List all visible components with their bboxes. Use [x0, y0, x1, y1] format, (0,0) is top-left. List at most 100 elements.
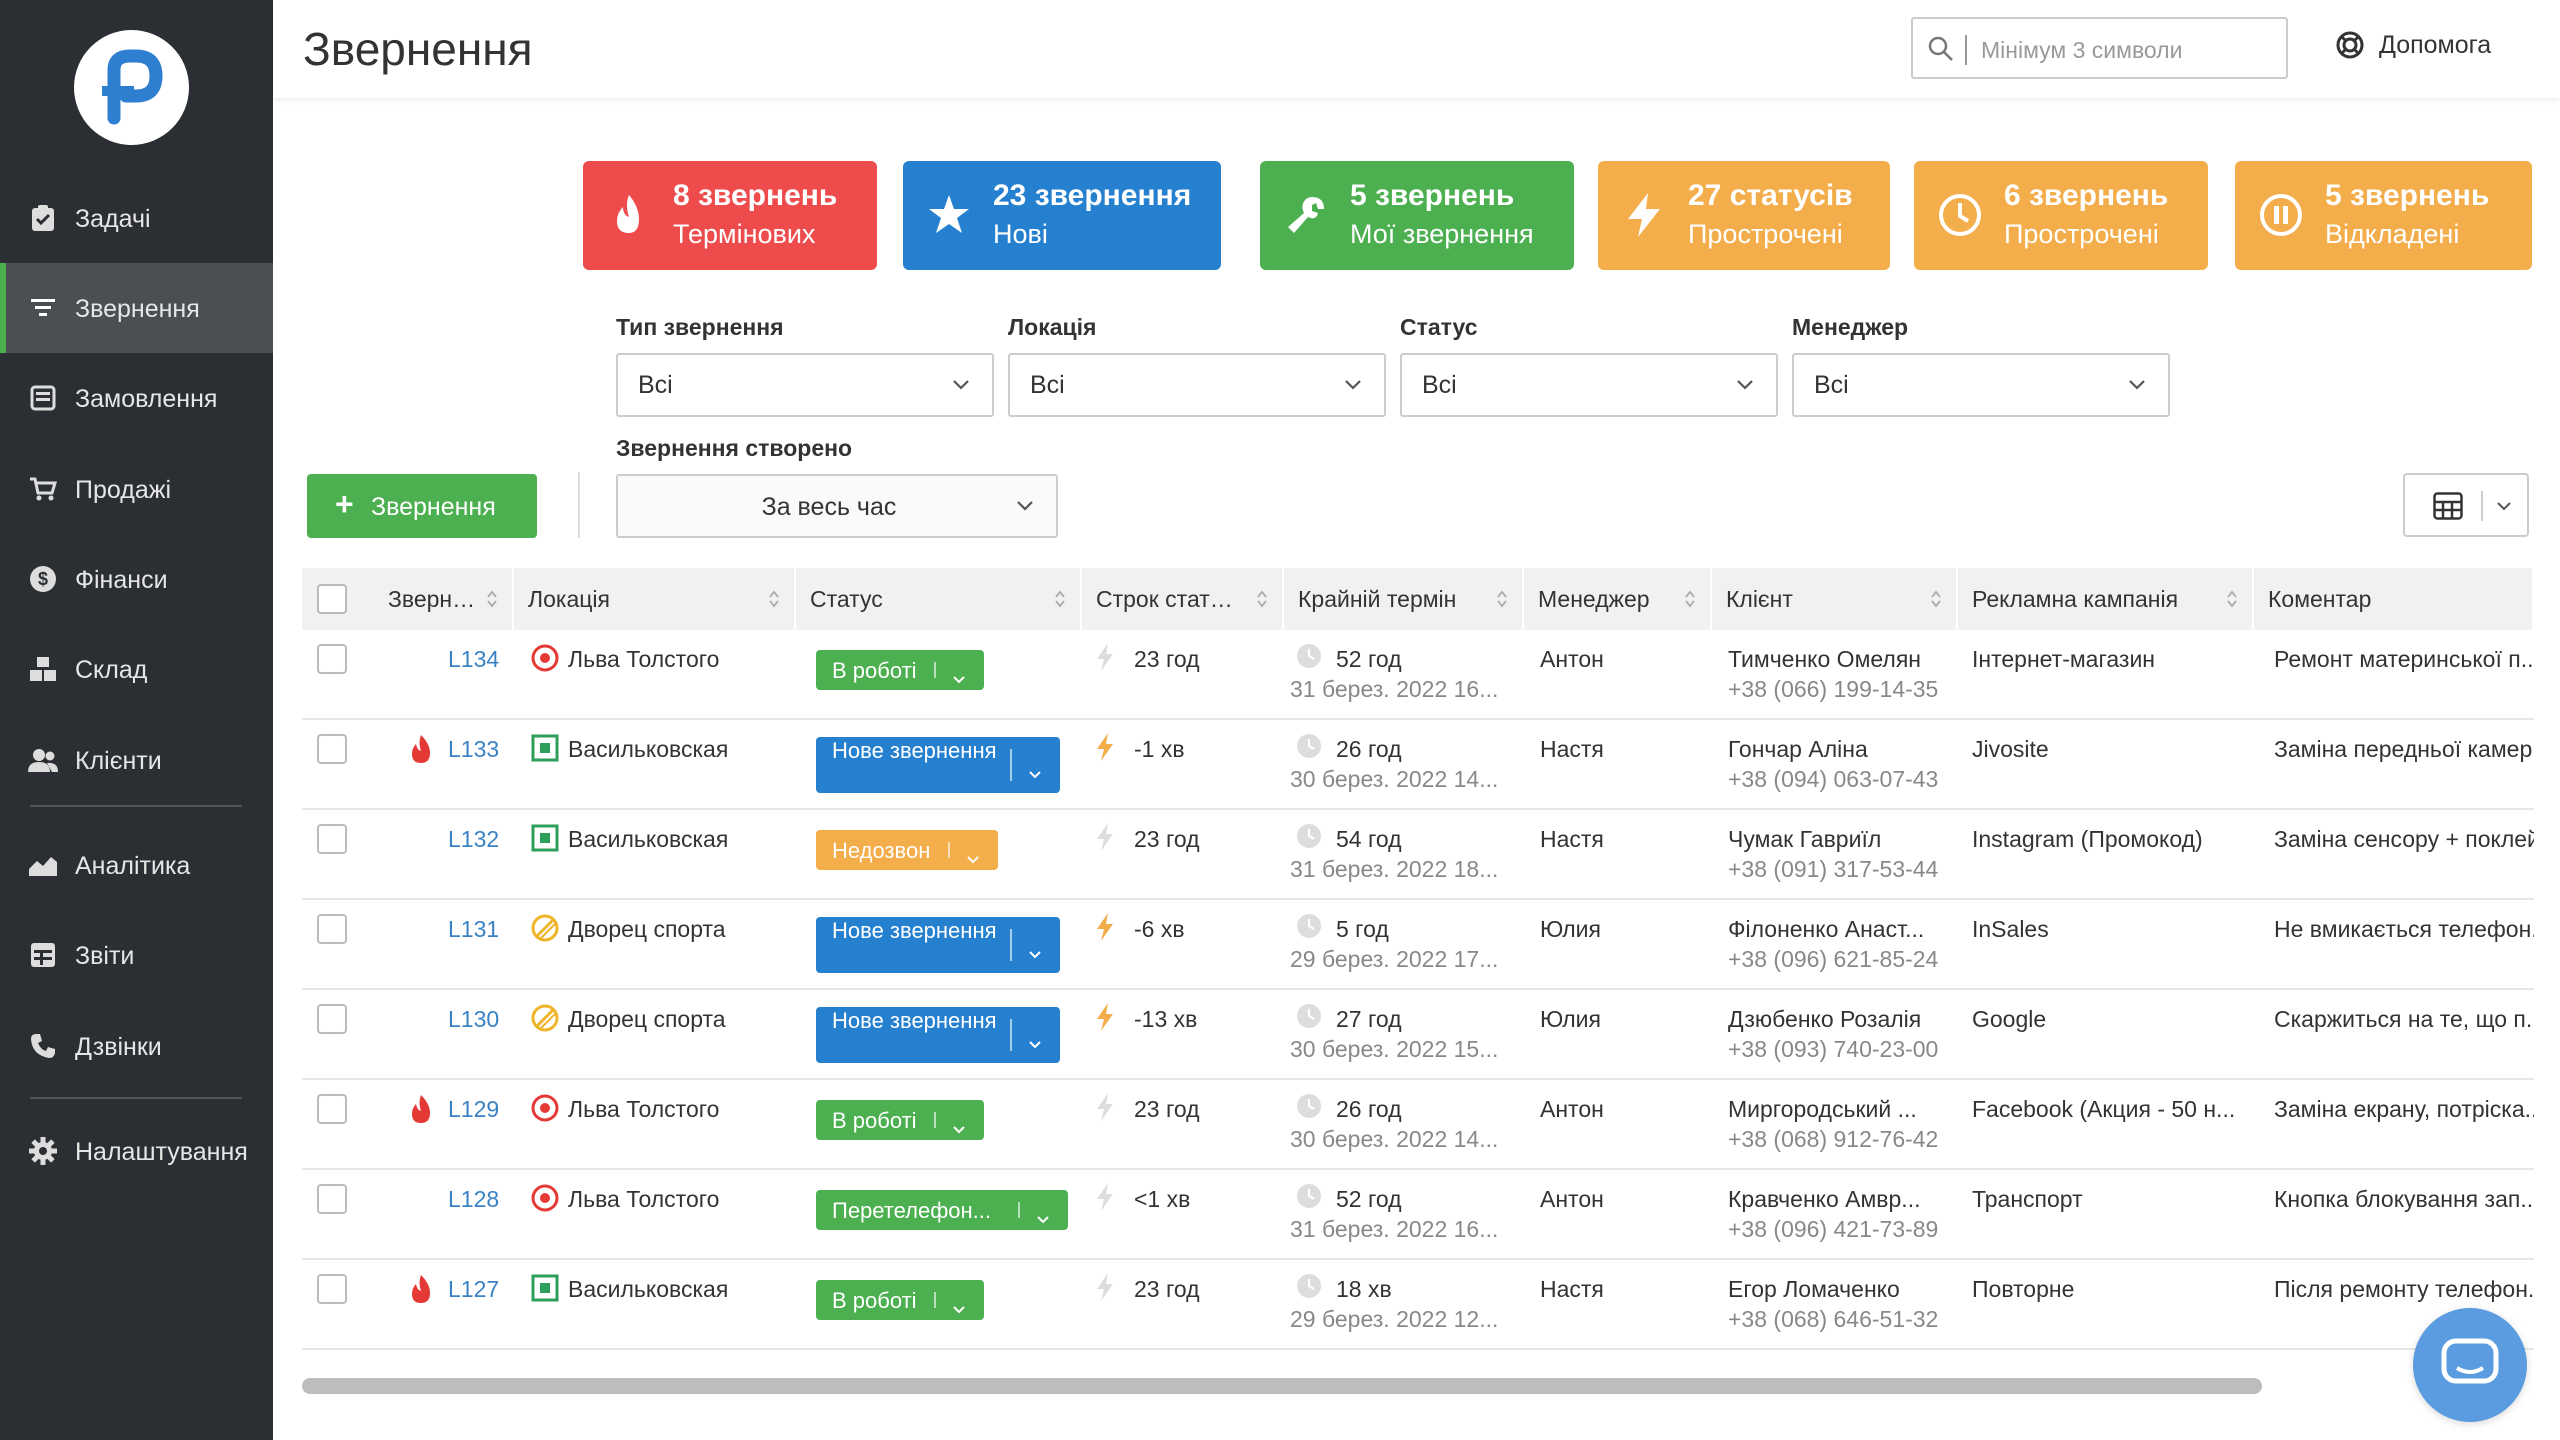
stat-card-1[interactable]: 23 звернення Нові [903, 161, 1221, 270]
table-row[interactable]: L129 Льва Толстого В роботі 23 год 26 год 30 … [302, 1080, 2534, 1170]
row-checkbox[interactable] [317, 1004, 347, 1034]
client-name[interactable]: Тимченко Омелян [1728, 646, 1952, 673]
client-phone[interactable]: +38 (094) 063-07-43 [1728, 766, 1938, 793]
row-checkbox[interactable] [317, 824, 347, 854]
sidebar-item-4[interactable]: $ Фінанси [0, 534, 273, 624]
stat-card-0[interactable]: 8 звернень Термінових [583, 161, 877, 270]
table-row[interactable]: L134 Льва Толстого В роботі 23 год 52 год 31 … [302, 630, 2534, 720]
stat-card-2[interactable]: 5 звернень Мої звернення [1260, 161, 1574, 270]
sort-icon[interactable] [1930, 588, 1942, 615]
request-number-link[interactable]: L134 [448, 646, 499, 673]
sidebar-item-1[interactable]: Звернення [0, 263, 273, 353]
sidebar-item-6[interactable]: Клієнти [0, 715, 273, 805]
request-number-link[interactable]: L127 [448, 1276, 499, 1303]
request-number-link[interactable]: L133 [448, 736, 499, 763]
chat-widget-button[interactable] [2413, 1308, 2527, 1422]
stat-card-4[interactable]: 6 звернень Прострочені [1914, 161, 2208, 270]
client-name[interactable]: Егор Ломаченко [1728, 1276, 1952, 1303]
stat-card-5[interactable]: 5 звернень Відкладені [2235, 161, 2532, 270]
sidebar-item-8[interactable]: Звіти [0, 910, 273, 1000]
sort-icon[interactable] [768, 588, 780, 615]
filter-type-select[interactable]: Всі [616, 353, 994, 417]
row-checkbox[interactable] [317, 914, 347, 944]
filter-location-select[interactable]: Всі [1008, 353, 1386, 417]
status-badge[interactable]: Нове звернення [816, 917, 1060, 973]
sidebar-item-5[interactable]: Склад [0, 624, 273, 714]
horizontal-scrollbar[interactable] [302, 1378, 2262, 1394]
column-header-3[interactable]: Строк стат… [1082, 568, 1284, 630]
row-checkbox[interactable] [317, 644, 347, 674]
client-name[interactable]: Миргородський ... [1728, 1096, 1952, 1123]
status-badge[interactable]: В роботі [816, 1280, 984, 1320]
column-header-6[interactable]: Клієнт [1712, 568, 1958, 630]
sidebar-item-9[interactable]: Дзвінки [0, 1001, 273, 1091]
request-number-link[interactable]: L132 [448, 826, 499, 853]
table-row[interactable]: L130 Дворец спорта Нове звернення -13 хв 27 … [302, 990, 2534, 1080]
filter-manager-select[interactable]: Всі [1792, 353, 2170, 417]
client-phone[interactable]: +38 (068) 912-76-42 [1728, 1126, 1938, 1153]
table-row[interactable]: L133 Васильковская Нове звернення -1 хв 26 г… [302, 720, 2534, 810]
search-placeholder[interactable]: Мінімум 3 символи [1981, 37, 2182, 64]
client-phone[interactable]: +38 (096) 421-73-89 [1728, 1216, 1938, 1243]
sort-icon[interactable] [2226, 588, 2238, 615]
sort-icon[interactable] [1684, 588, 1696, 615]
table-row[interactable]: L132 Васильковская Недозвон 23 год 54 год 31 … [302, 810, 2534, 900]
client-name[interactable]: Кравченко Амвр... [1728, 1186, 1952, 1213]
row-checkbox[interactable] [317, 1184, 347, 1214]
filter-created-select[interactable]: За весь час [616, 474, 1058, 538]
filter-status-select[interactable]: Всі [1400, 353, 1778, 417]
row-checkbox[interactable] [317, 1274, 347, 1304]
status-badge[interactable]: Нове звернення [816, 737, 1060, 793]
status-badge[interactable]: Перетелефон... [816, 1190, 1068, 1230]
client-name[interactable]: Дзюбенко Розалія [1728, 1006, 1952, 1033]
select-all-checkbox[interactable] [317, 584, 347, 614]
status-badge[interactable]: В роботі [816, 1100, 984, 1140]
column-header-1[interactable]: Локація [514, 568, 796, 630]
request-number-link[interactable]: L131 [448, 916, 499, 943]
column-header-5[interactable]: Менеджер [1524, 568, 1712, 630]
sidebar-item-2[interactable]: Замовлення [0, 353, 273, 443]
client-phone[interactable]: +38 (093) 740-23-00 [1728, 1036, 1938, 1063]
row-checkbox[interactable] [317, 734, 347, 764]
column-header-0[interactable]: Зверн… [374, 568, 514, 630]
table-row[interactable]: L127 Васильковская В роботі 23 год 18 хв 29 б… [302, 1260, 2534, 1350]
sidebar-item-3[interactable]: Продажі [0, 444, 273, 534]
app-logo[interactable] [74, 30, 189, 145]
request-number-link[interactable]: L129 [448, 1096, 499, 1123]
sidebar-item-10[interactable]: Налаштування [0, 1106, 273, 1196]
search-box[interactable]: Мінімум 3 символи [1911, 17, 2288, 79]
request-number-link[interactable]: L128 [448, 1186, 499, 1213]
add-request-button[interactable]: + Звернення [307, 474, 537, 538]
client-name[interactable]: Чумак Гавриїл [1728, 826, 1952, 853]
status-badge[interactable]: Недозвон [816, 830, 998, 870]
client-phone[interactable]: +38 (068) 646-51-32 [1728, 1306, 1938, 1333]
column-header-8[interactable]: Коментар [2254, 568, 2534, 630]
sort-icon[interactable] [1054, 588, 1066, 615]
sort-icon[interactable] [1256, 588, 1268, 615]
sidebar-item-0[interactable]: Задачі [0, 173, 273, 263]
client-name[interactable]: Філоненко Анаст... [1728, 916, 1952, 943]
row-checkbox[interactable] [317, 1094, 347, 1124]
deadline-hours: 26 год [1336, 736, 1402, 762]
table-row[interactable]: L131 Дворец спорта Нове звернення -6 хв 5 го… [302, 900, 2534, 990]
column-header-2[interactable]: Статус [796, 568, 1082, 630]
stat-card-3[interactable]: 27 статусів Прострочені [1598, 161, 1890, 270]
status-badge[interactable]: Нове звернення [816, 1007, 1060, 1063]
column-header-4[interactable]: Крайній термін [1284, 568, 1524, 630]
column-header-7[interactable]: Рекламна кампанія [1958, 568, 2254, 630]
status-term: 23 год [1134, 646, 1200, 672]
client-name[interactable]: Гончар Аліна [1728, 736, 1952, 763]
client-phone[interactable]: +38 (096) 621-85-24 [1728, 946, 1938, 973]
columns-settings-button[interactable] [2403, 473, 2529, 537]
request-number-link[interactable]: L130 [448, 1006, 499, 1033]
deadline-date: 30 берез. 2022 14... [1290, 1126, 1499, 1152]
sidebar-item-7[interactable]: Аналітика [0, 820, 273, 910]
client-phone[interactable]: +38 (066) 199-14-35 [1728, 676, 1938, 703]
table-row[interactable]: L128 Льва Толстого Перетелефон... <1 хв 52 г… [302, 1170, 2534, 1260]
client-phone[interactable]: +38 (091) 317-53-44 [1728, 856, 1938, 883]
sort-icon[interactable] [486, 588, 498, 615]
sort-icon[interactable] [1496, 588, 1508, 615]
help-link[interactable]: Допомога [2335, 30, 2491, 60]
status-badge[interactable]: В роботі [816, 650, 984, 690]
manager-name: Антон [1540, 646, 1604, 672]
